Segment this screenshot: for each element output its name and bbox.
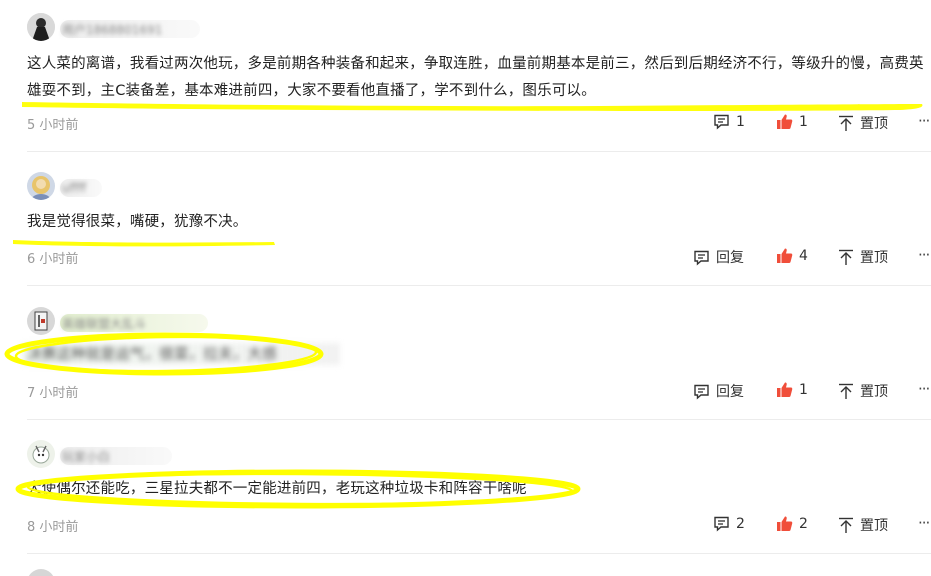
avatar[interactable] (27, 172, 55, 200)
reply-label: 回复 (716, 250, 744, 266)
thumbs-up-icon (776, 381, 793, 398)
more-dots-icon[interactable]: ··· (918, 380, 930, 398)
reply-icon (693, 383, 710, 400)
like-button[interactable]: 1 (776, 381, 808, 398)
comment-item: 用户1868801691 这人菜的离谱，我看过两次他玩，多是前期各种装备和起来，… (0, 0, 931, 152)
like-button[interactable]: 4 (776, 247, 808, 264)
avatar[interactable] (27, 13, 55, 41)
pin-button[interactable]: 置顶 (838, 515, 888, 535)
pin-top-icon (838, 383, 854, 400)
more-dots-icon[interactable]: ··· (918, 112, 930, 130)
thumbs-up-icon (776, 515, 793, 532)
reply-count-button[interactable]: 2 (713, 515, 745, 532)
reply-icon (693, 249, 710, 266)
username[interactable]: 玩家小白 (62, 448, 110, 465)
pin-top-icon (838, 517, 854, 534)
comment-text: 决赛这种就是运气，很菜，拉夫，大感 (27, 347, 277, 363)
username[interactable]: uffff (62, 181, 86, 195)
pin-top-icon (838, 249, 854, 266)
comment-item: 英雄联盟大乱斗 决赛这种就是运气，很菜，拉夫，大感 7 小时前 回复 1 置顶 … (0, 286, 931, 420)
pin-button[interactable]: 置顶 (838, 113, 888, 133)
comment-text: 大使偶尔还能吃，三星拉夫都不一定能进前四，老玩这种垃圾卡和阵容干啥呢 (27, 481, 527, 497)
pin-label: 置顶 (860, 518, 888, 534)
reply-button[interactable]: 回复 (693, 381, 744, 401)
reply-button[interactable]: 回复 (693, 247, 744, 267)
thumbs-up-icon (776, 247, 793, 264)
more-dots-icon[interactable]: ··· (918, 246, 930, 264)
pin-label: 置顶 (860, 250, 888, 266)
pin-label: 置顶 (860, 384, 888, 400)
more-dots-icon[interactable]: ··· (918, 514, 930, 532)
comment-time: 7 小时前 (27, 386, 79, 401)
like-count: 2 (799, 515, 808, 532)
pin-button[interactable]: 置顶 (838, 381, 888, 401)
comment-item: 玩家小白 大使偶尔还能吃，三星拉夫都不一定能进前四，老玩这种垃圾卡和阵容干啥呢 … (0, 420, 931, 554)
comment-bubble-icon (713, 515, 730, 532)
avatar[interactable] (27, 569, 55, 576)
username[interactable]: 用户1868801691 (62, 21, 162, 38)
comment-time: 8 小时前 (27, 520, 79, 535)
comment-bubble-icon (713, 113, 730, 130)
divider (27, 553, 931, 554)
avatar[interactable] (27, 440, 55, 468)
reply-count: 2 (736, 515, 745, 532)
username[interactable]: 英雄联盟大乱斗 (62, 315, 146, 332)
like-button[interactable]: 1 (776, 113, 808, 130)
pin-button[interactable]: 置顶 (838, 247, 888, 267)
like-count: 1 (799, 113, 808, 130)
avatar[interactable] (27, 307, 55, 335)
like-count: 1 (799, 381, 808, 398)
comment-text: 这人菜的离谱，我看过两次他玩，多是前期各种装备和起来，争取连胜，血量前期基本是前… (27, 56, 924, 99)
comment-item: uffff 我是觉得很菜，嘴硬，犹豫不决。 6 小时前 回复 4 置顶 ··· (0, 152, 931, 286)
reply-count-button[interactable]: 1 (713, 113, 745, 130)
like-button[interactable]: 2 (776, 515, 808, 532)
pin-label: 置顶 (860, 116, 888, 132)
comment-text: 我是觉得很菜，嘴硬，犹豫不决。 (27, 214, 248, 230)
like-count: 4 (799, 247, 808, 264)
comment-time: 5 小时前 (27, 118, 79, 133)
reply-count: 1 (736, 113, 745, 130)
thumbs-up-icon (776, 113, 793, 130)
reply-label: 回复 (716, 384, 744, 400)
comment-time: 6 小时前 (27, 252, 79, 267)
pin-top-icon (838, 115, 854, 132)
